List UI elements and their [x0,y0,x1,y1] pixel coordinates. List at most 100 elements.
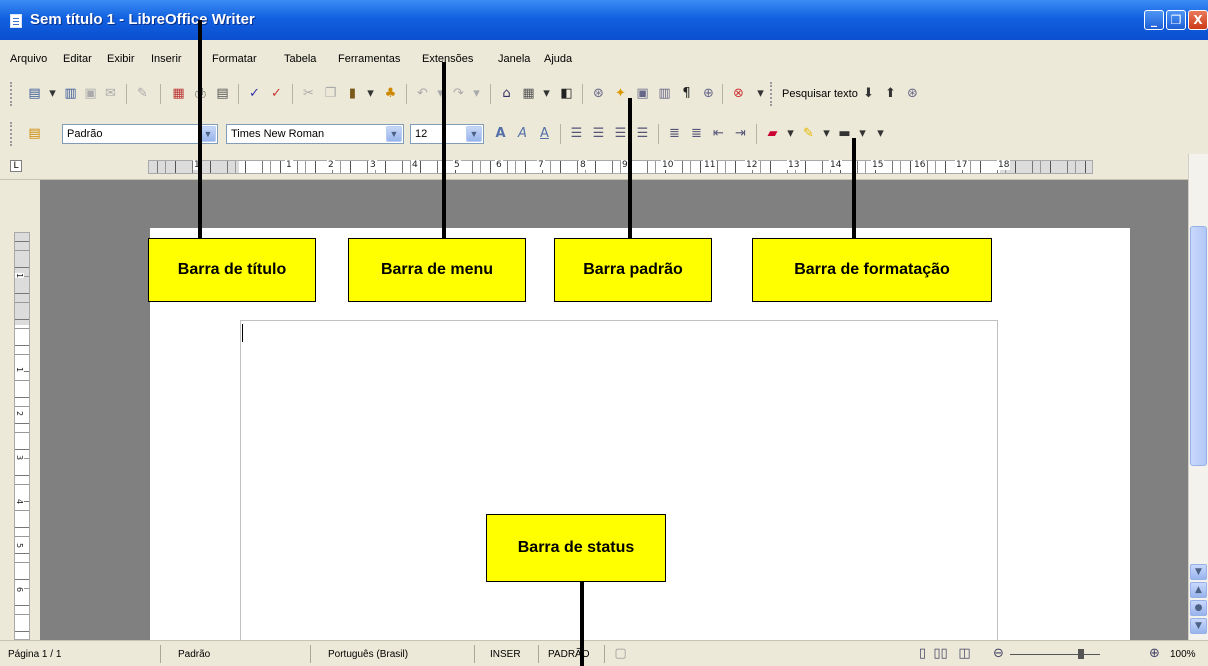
show-draw-functions-icon[interactable]: ◧ [558,85,575,102]
scrollbar-thumb[interactable] [1190,226,1207,466]
zoom-slider-handle[interactable] [1078,649,1084,659]
zoom-slider[interactable] [1010,654,1100,655]
menu-editar[interactable]: Editar [63,53,92,65]
chevron-down-icon[interactable]: ▼ [386,126,402,142]
cut-icon[interactable]: ✂ [300,85,317,102]
align-center-icon[interactable]: ☰ [590,125,607,142]
toolbar-options-icon[interactable]: ▾ [752,85,769,102]
language-status[interactable]: Português (Brasil) [328,649,408,660]
vertical-ruler[interactable]: 1 1 2 3 4 5 6 [14,232,30,641]
table-icon[interactable]: ▦ [520,85,537,102]
decrease-indent-icon[interactable]: ⇤ [710,125,727,142]
paragraph-style-select[interactable]: Padrão ▼ [62,124,218,144]
close-button[interactable]: X [1188,10,1208,30]
redo-icon[interactable]: ↷ [450,85,467,102]
underline-icon[interactable]: A [536,125,553,142]
menu-ferramentas[interactable]: Ferramentas [338,53,400,65]
find-replace-icon[interactable]: ⊛ [590,85,607,102]
annotation-title-bar: Barra de título [148,238,316,302]
scroll-down-icon[interactable]: ▼ [1190,564,1207,580]
navigator-icon[interactable]: ✦ [612,85,629,102]
undo-icon[interactable]: ↶ [414,85,431,102]
ruler-label: 3 [15,454,25,461]
autospellcheck-icon[interactable]: ✓ [268,85,285,102]
zoom-level[interactable]: 100% [1170,649,1196,660]
next-page-icon[interactable]: ▼ [1190,618,1207,634]
align-right-icon[interactable]: ☰ [612,125,629,142]
horizontal-ruler[interactable]: 1 1 2 3 4 5 6 7 8 9 10 11 12 13 14 15 16… [148,160,1094,174]
font-color-dropdown-icon[interactable]: ▾ [782,125,799,142]
font-color-icon[interactable]: ▰ [764,125,781,142]
gallery-icon[interactable]: ▣ [634,85,651,102]
formatting-marks-icon[interactable]: ¶ [678,85,695,102]
menu-formatar[interactable]: Formatar [212,53,257,65]
templates-icon[interactable]: ▥ [62,85,79,102]
highlighting-dropdown-icon[interactable]: ▾ [818,125,835,142]
menu-arquivo[interactable]: Arquivo [10,53,47,65]
new-document-icon[interactable]: ▤ [26,85,43,102]
edit-file-icon[interactable]: ✎ [134,85,151,102]
menu-tabela[interactable]: Tabela [284,53,316,65]
table-dropdown-icon[interactable]: ▾ [538,85,555,102]
background-color-icon[interactable]: ▬ [836,125,853,142]
insert-mode[interactable]: INSER [490,649,521,660]
find-replace-small-icon[interactable]: ⊛ [904,85,921,102]
copy-icon[interactable]: ❐ [322,85,339,102]
vertical-scrollbar[interactable]: ▼ ▲ ● ▼ [1188,154,1208,640]
email-icon[interactable]: ✉ [102,85,119,102]
find-previous-icon[interactable]: ⬆ [882,85,899,102]
previous-page-icon[interactable]: ▲ [1190,582,1207,598]
spellcheck-icon[interactable]: ✓ [246,85,263,102]
font-size-select[interactable]: 12 ▼ [410,124,484,144]
italic-icon[interactable]: A [514,125,531,142]
toolbar-grip[interactable] [10,82,13,106]
find-next-icon[interactable]: ⬇ [860,85,877,102]
menu-janela[interactable]: Janela [498,53,530,65]
single-page-view-icon[interactable]: ▯ [914,645,931,662]
zoom-out-icon[interactable]: ⊖ [990,645,1007,662]
minimize-button[interactable]: _ [1144,10,1164,30]
bullets-icon[interactable]: ≣ [688,125,705,142]
menu-extensoes[interactable]: Extensões [422,53,473,65]
book-view-icon[interactable]: ◫ [956,645,973,662]
background-dropdown-icon[interactable]: ▾ [854,125,871,142]
data-sources-icon[interactable]: ▥ [656,85,673,102]
paste-icon[interactable]: ▮ [344,85,361,102]
export-pdf-icon[interactable]: ▦ [170,85,187,102]
numbering-icon[interactable]: ≣ [666,125,683,142]
styles-formatting-icon[interactable]: ▤ [26,125,43,142]
justify-icon[interactable]: ☰ [634,125,651,142]
toolbar-options-icon[interactable]: ▾ [872,125,889,142]
undo-dropdown-icon[interactable]: ▾ [432,85,449,102]
chevron-down-icon[interactable]: ▼ [466,126,482,142]
chevron-down-icon[interactable]: ▼ [200,126,216,142]
tab-stop-icon[interactable]: L [10,160,22,172]
navigation-icon[interactable]: ● [1190,600,1207,616]
zoom-icon[interactable]: ⊕ [700,85,717,102]
new-dropdown-icon[interactable]: ▾ [44,85,61,102]
align-left-icon[interactable]: ☰ [568,125,585,142]
print-preview-icon[interactable]: ▤ [214,85,231,102]
toolbar-grip[interactable] [770,82,773,106]
help-icon[interactable]: ⊗ [730,85,747,102]
maximize-button[interactable]: ❐ [1166,10,1186,30]
page-count[interactable]: Página 1 / 1 [8,649,61,660]
menu-inserir[interactable]: Inserir [151,53,182,65]
page-style[interactable]: Padrão [178,649,210,660]
font-name-select[interactable]: Times New Roman ▼ [226,124,404,144]
menu-ajuda[interactable]: Ajuda [544,53,572,65]
hyperlink-icon[interactable]: ⌂ [498,85,515,102]
document-modified-icon: ▢ [614,646,627,661]
menu-exibir[interactable]: Exibir [107,53,135,65]
toolbar-grip[interactable] [10,122,13,146]
increase-indent-icon[interactable]: ⇥ [732,125,749,142]
highlighting-icon[interactable]: ✎ [800,125,817,142]
bold-icon[interactable]: A [492,125,509,142]
multi-page-view-icon[interactable]: ▯▯ [932,645,949,662]
paste-dropdown-icon[interactable]: ▾ [362,85,379,102]
redo-dropdown-icon[interactable]: ▾ [468,85,485,102]
save-icon[interactable]: ▣ [82,85,99,102]
zoom-in-icon[interactable]: ⊕ [1146,645,1163,662]
clone-formatting-icon[interactable]: ♣ [382,85,399,102]
search-text-label[interactable]: Pesquisar texto [782,88,858,100]
